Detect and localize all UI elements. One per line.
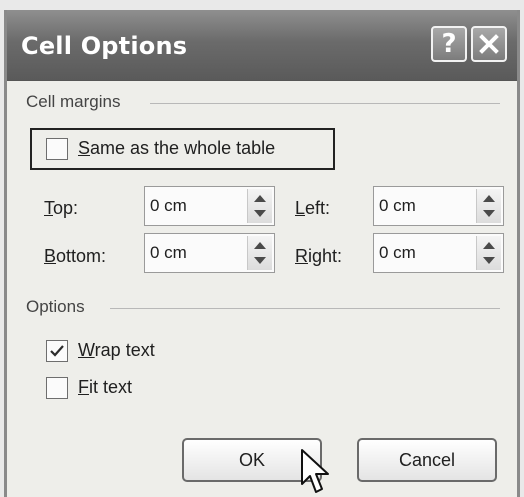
spin-up-icon[interactable]: [482, 193, 496, 203]
spin-down-icon[interactable]: [482, 209, 496, 219]
wrap-text-label[interactable]: Wrap text: [78, 340, 155, 361]
same-as-table-checkbox[interactable]: [46, 138, 68, 160]
wrap-text-accel: W: [78, 340, 95, 360]
dialog-title: Cell Options: [21, 32, 188, 60]
wrap-text-checkbox[interactable]: [46, 340, 68, 362]
top-margin-value[interactable]: 0 cm: [150, 196, 187, 216]
same-as-table-text: ame as the whole table: [90, 138, 276, 158]
left-label-text: eft:: [305, 198, 331, 218]
checkmark-icon: [50, 345, 64, 357]
spin-up-icon[interactable]: [253, 240, 267, 250]
spin-down-icon[interactable]: [482, 256, 496, 266]
bottom-label: Bottom:: [44, 246, 106, 267]
bottom-margin-spin-arrows[interactable]: [247, 236, 272, 270]
same-as-table-label[interactable]: Same as the whole table: [78, 138, 275, 159]
spin-down-icon[interactable]: [253, 209, 267, 219]
close-icon: [479, 34, 499, 54]
left-label: Left:: [295, 198, 330, 219]
same-as-table-accel: S: [78, 138, 91, 158]
spin-down-icon[interactable]: [253, 256, 267, 266]
right-label: Right:: [295, 246, 342, 267]
cell-margins-group-label: Cell margins: [26, 92, 121, 111]
top-margin-spin-arrows[interactable]: [247, 189, 272, 223]
top-label-text: op:: [53, 198, 79, 218]
bottom-margin-value[interactable]: 0 cm: [150, 243, 187, 263]
options-group-label: Options: [26, 297, 85, 316]
cancel-button[interactable]: Cancel: [357, 438, 497, 482]
left-margin-spinner[interactable]: 0 cm: [373, 186, 504, 226]
spin-up-icon[interactable]: [482, 240, 496, 250]
bottom-label-text: ottom:: [56, 246, 107, 266]
close-button[interactable]: [471, 26, 507, 62]
fit-text-checkbox[interactable]: [46, 377, 68, 399]
wrap-text-text: rap text: [94, 340, 155, 360]
title-bar: Cell Options ?: [7, 10, 517, 81]
fit-text-text: it text: [89, 377, 133, 397]
right-margin-spinner[interactable]: 0 cm: [373, 233, 504, 273]
bottom-label-accel: B: [44, 246, 57, 266]
top-margin-spinner[interactable]: 0 cm: [144, 186, 275, 226]
help-button[interactable]: ?: [431, 26, 467, 62]
options-divider: [110, 308, 500, 309]
fit-text-accel: F: [78, 377, 89, 397]
mouse-pointer-icon: [301, 449, 329, 493]
right-margin-value[interactable]: 0 cm: [379, 243, 416, 263]
left-label-accel: L: [295, 198, 306, 218]
spin-up-icon[interactable]: [253, 193, 267, 203]
left-margin-value[interactable]: 0 cm: [379, 196, 416, 216]
cell-margins-divider: [150, 103, 500, 104]
fit-text-label[interactable]: Fit text: [78, 377, 132, 398]
top-label-accel: T: [44, 198, 53, 218]
bottom-margin-spinner[interactable]: 0 cm: [144, 233, 275, 273]
top-label: Top:: [44, 198, 78, 219]
right-label-accel: R: [295, 246, 308, 266]
right-margin-spin-arrows[interactable]: [476, 236, 501, 270]
left-margin-spin-arrows[interactable]: [476, 189, 501, 223]
right-label-text: ight:: [308, 246, 343, 266]
